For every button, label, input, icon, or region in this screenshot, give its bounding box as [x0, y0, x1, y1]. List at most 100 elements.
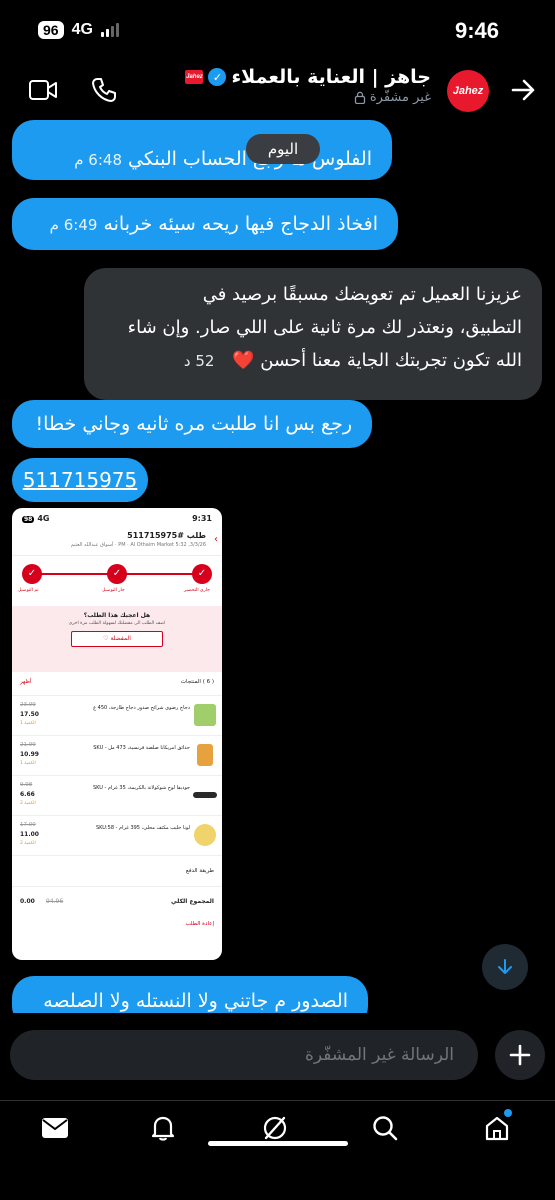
message-time: 6:48 م [74, 151, 122, 169]
tab-search[interactable] [368, 1111, 402, 1145]
attached-order-header: › طلب #511715975 3/3/26, 5:32 PM · Al Ot… [12, 528, 222, 556]
product-new-price: 17.50 [20, 711, 39, 718]
video-call-icon[interactable] [28, 78, 58, 102]
brand-logo-icon: Jahez [185, 70, 204, 84]
message-sent[interactable]: رجع بس انا طلبت مره ثانيه وجاني خطا! [12, 400, 372, 448]
chat-title-text: جاهز | العناية بالعملاء [231, 66, 431, 88]
message-text-line: عزيزنا العميل تم تعويضك مسبقًا برصيد في [202, 284, 522, 305]
message-time: 52 د [183, 352, 215, 370]
attached-time: 9:31 [192, 513, 212, 523]
message-time: 6:49 م [49, 216, 98, 234]
scroll-to-bottom-button[interactable] [482, 944, 528, 990]
progress-step-label: تم التوصيل [18, 588, 39, 593]
attached-rate-box: هل اعجبك هذا الطلب؟ اضف الطلب الى مفضلتك… [12, 606, 222, 672]
tab-home[interactable] [480, 1109, 514, 1145]
home-indicator [208, 1141, 348, 1146]
progress-check-icon: ✓ [192, 564, 212, 584]
total-new-price: 0.00 [20, 898, 35, 905]
status-time: 9:46 [454, 18, 499, 43]
encryption-status: غير مشفّرة [185, 90, 431, 105]
message-link[interactable]: 511715975 [12, 458, 148, 502]
message-input[interactable] [10, 1030, 478, 1080]
product-thumbnail [193, 792, 217, 798]
heart-icon: ♡ [103, 635, 109, 642]
product-row: حدائق امريكانا صلصة فرنسية، 473 مل - SKU… [12, 736, 222, 776]
message-sent[interactable]: الصدور م جاتني ولا النستله ولا الصلصه [12, 976, 368, 1013]
grok-icon [263, 1116, 287, 1140]
message-sent[interactable]: الفلوس ما رجع الحساب البنكي 6:48 م [12, 120, 392, 180]
attached-status-left: 98 4G [22, 514, 50, 523]
attached-image[interactable]: 98 4G 9:31 › طلب #511715975 3/3/26, 5:32 … [12, 508, 222, 960]
show-link: أظهر [20, 679, 32, 685]
attached-products-header: ( 6 ) المنتجات أظهر [12, 672, 222, 696]
product-quantity: 2 الكمية [20, 801, 36, 806]
verified-icon: ✓ [208, 68, 227, 86]
progress-check-icon: ✓ [107, 564, 127, 584]
product-name: دجاج رضوى شرائح صدور دجاج طازجة، 450 غ [93, 705, 190, 711]
product-new-price: 10.99 [20, 751, 39, 758]
message-sent[interactable]: افخاذ الدجاج فيها ريحه سيئه خربانه 6:49 … [12, 198, 398, 250]
product-row: جوديفا لوح شوكولاتة بالكريمة، 35 غرام - … [12, 776, 222, 816]
product-old-price: 23.99 [20, 702, 36, 708]
network-type: 4G [71, 21, 93, 38]
attached-status-bar: 98 4G 9:31 [12, 508, 222, 528]
product-thumbnail [194, 824, 216, 846]
product-name: لونا حليب مكثف محلى، 395 غرام - SKU:58 [95, 825, 190, 831]
add-attachment-button[interactable] [495, 1030, 545, 1080]
message-link-text[interactable]: 511715975 [23, 468, 138, 492]
product-name: جوديفا لوح شوكولاتة بالكريمة، 35 غرام - … [92, 785, 190, 791]
progress-step-label: جاري التحضير [184, 588, 210, 593]
favorite-button: المفضلة ♡ [71, 631, 163, 647]
product-quantity: 1 الكمية [20, 761, 36, 766]
status-indicators: 96 4G [38, 21, 119, 39]
phone-icon[interactable] [90, 76, 118, 104]
message-received[interactable]: عزيزنا العميل تم تعويضك مسبقًا برصيد في … [84, 268, 542, 400]
attached-battery: 98 [22, 515, 35, 523]
rate-hint: اضف الطلب الى مفضلتك لسهولة الطلب مرة اخ… [68, 621, 166, 626]
product-name: حدائق امريكانا صلصة فرنسية، 473 مل - SKU [93, 745, 190, 751]
home-icon [485, 1116, 509, 1141]
mail-icon [42, 1118, 68, 1138]
attached-order-subtitle: 3/3/26, 5:32 PM · Al Othaim Market · أسو… [70, 542, 206, 548]
signal-icon [100, 23, 119, 37]
reorder-label: إعادة الطلب [185, 921, 214, 927]
total-old-price: 94.96 [46, 898, 64, 905]
product-new-price: 6.66 [20, 791, 35, 798]
message-text: افخاذ الدجاج فيها ريحه سيئه خربانه [103, 213, 378, 235]
attached-back-icon: › [214, 534, 218, 545]
tab-grok[interactable] [258, 1111, 292, 1145]
chat-header: Jahez جاهز | العناية بالعملاء ✓ Jahez غي… [0, 62, 555, 118]
payment-label: طريقة الدفع [185, 868, 214, 874]
date-divider: اليوم [246, 134, 320, 164]
product-thumbnail [197, 744, 213, 766]
status-bar: 96 4G 9:46 [0, 0, 555, 62]
avatar[interactable]: Jahez [447, 70, 489, 112]
chat-title: جاهز | العناية بالعملاء ✓ Jahez [185, 66, 431, 88]
total-section: المجموع الكلي 94.96 0.00 [12, 886, 222, 916]
message-list[interactable]: الفلوس ما رجع الحساب البنكي 6:48 م اليوم… [0, 118, 555, 1013]
product-row: دجاج رضوى شرائح صدور دجاج طازجة، 450 غ 2… [12, 696, 222, 736]
back-arrow-icon[interactable] [509, 76, 537, 104]
bell-icon [151, 1116, 175, 1141]
arrow-down-icon [498, 959, 512, 974]
message-text: الله تكون تجربتك الجاية معنا أحسن ❤️ [232, 350, 522, 371]
notification-dot [504, 1109, 512, 1117]
tab-messages[interactable] [38, 1111, 72, 1145]
chat-title-block[interactable]: جاهز | العناية بالعملاء ✓ Jahez غير مشفّ… [185, 66, 431, 105]
bottom-tab-bar [0, 1100, 555, 1154]
total-label: المجموع الكلي [171, 898, 214, 905]
progress-step-label: جار التوصيل [102, 588, 125, 593]
product-quantity: 2 الكمية [20, 841, 36, 846]
attached-network: 4G [37, 513, 50, 523]
lock-icon [354, 91, 365, 104]
reorder-section: إعادة الطلب [12, 916, 222, 936]
message-text: رجع بس انا طلبت مره ثانيه وجاني خطا! [35, 413, 352, 435]
attached-progress: ✓ ✓ ✓ تم التوصيل جار التوصيل جاري التحضي… [12, 556, 222, 606]
message-text-line: التطبيق، ونعتذر لك مرة ثانية على اللي صا… [127, 317, 522, 338]
product-thumbnail [194, 704, 216, 726]
product-row: لونا حليب مكثف محلى، 395 غرام - SKU:58 1… [12, 816, 222, 856]
tab-notifications[interactable] [146, 1111, 180, 1145]
product-old-price: 21.99 [20, 742, 36, 748]
favorite-label: المفضلة [110, 635, 131, 642]
battery-indicator: 96 [38, 21, 64, 39]
